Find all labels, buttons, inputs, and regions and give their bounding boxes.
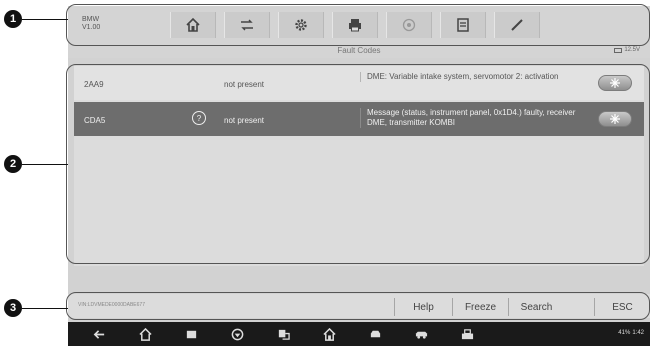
settings-gear-icon	[295, 19, 307, 31]
freeze-frame-button[interactable]	[598, 111, 632, 127]
snowflake-icon	[610, 114, 620, 124]
home-button[interactable]	[170, 12, 216, 38]
brand-name: BMW	[82, 16, 100, 23]
help-icon	[402, 18, 416, 32]
fault-code-list: 2AA9 not present DME: Variable intake sy…	[74, 66, 644, 266]
freeze-frame-button[interactable]	[598, 75, 632, 91]
callout-2-leader	[22, 164, 68, 165]
fault-description: DME: Variable intake system, servomotor …	[360, 72, 590, 82]
print-button[interactable]	[332, 12, 378, 38]
vci-icon[interactable]	[460, 327, 474, 341]
home-icon[interactable]	[138, 327, 152, 341]
clock-time: 1:42	[632, 330, 644, 336]
settings-button[interactable]	[278, 12, 324, 38]
fault-description: Message (status, instrument panel, 0x1D4…	[360, 108, 590, 128]
snowflake-icon	[610, 78, 620, 88]
fault-status: not present	[224, 80, 265, 89]
fault-status: not present	[224, 116, 265, 125]
battery-icon	[614, 47, 623, 53]
screenshot-icon[interactable]	[276, 327, 290, 341]
home-icon	[186, 17, 200, 32]
battery-voltage-value: 12.5V	[624, 47, 640, 53]
edit-pen-icon	[511, 19, 523, 31]
top-toolbar: BMW V1.00	[68, 6, 650, 44]
fault-code-row-selected[interactable]: CDA5 ? not present Message (status, inst…	[74, 102, 644, 136]
vehicle-swap-icon	[241, 19, 253, 31]
recent-apps-icon[interactable]	[184, 327, 198, 341]
callout-1-leader	[22, 19, 68, 20]
fault-code-row[interactable]: 2AA9 not present DME: Variable intake sy…	[74, 66, 644, 100]
title-bar: Fault Codes 12.5V	[68, 44, 650, 58]
callout-1: 1	[4, 10, 22, 28]
page-title: Fault Codes	[337, 46, 381, 55]
fault-code: CDA5	[84, 116, 106, 125]
save-button[interactable]	[440, 12, 486, 38]
device-screen: BMW V1.00 Fault Codes 12.5V 2AA9 not pre…	[68, 6, 650, 346]
help-button-bottom[interactable]: Help	[394, 298, 452, 316]
callout-3-leader	[22, 308, 68, 309]
callout-2: 2	[4, 155, 22, 173]
search-button[interactable]: Search	[508, 298, 564, 316]
edit-button[interactable]	[494, 12, 540, 38]
fault-code: 2AA9	[84, 80, 104, 89]
vehicle-swap-button[interactable]	[224, 12, 270, 38]
vin-label: VIN:LDVMEDE0000DABE677	[78, 302, 145, 308]
battery-voltage: 12.5V	[614, 47, 640, 53]
status-area: 41% 1:42	[618, 330, 644, 336]
maxisys-home-icon[interactable]	[322, 327, 336, 341]
print-icon	[349, 19, 361, 32]
vehicle-icon[interactable]	[368, 327, 382, 341]
browser-icon[interactable]	[230, 327, 244, 341]
back-icon[interactable]	[92, 327, 106, 341]
save-icon	[457, 18, 469, 32]
question-help-icon[interactable]: ?	[192, 111, 206, 125]
navigation-bar: 41% 1:42	[68, 322, 650, 346]
help-button[interactable]	[386, 12, 432, 38]
esc-button[interactable]: ESC	[594, 298, 650, 316]
freeze-button[interactable]: Freeze	[452, 298, 508, 316]
vehicle-brand: BMW V1.00	[82, 16, 100, 32]
car-icon[interactable]	[414, 327, 428, 341]
function-bar: VIN:LDVMEDE0000DABE677 Help Freeze Searc…	[68, 294, 650, 318]
battery-percent: 41%	[618, 330, 631, 336]
callout-3: 3	[4, 299, 22, 317]
brand-version: V1.00	[82, 24, 101, 31]
